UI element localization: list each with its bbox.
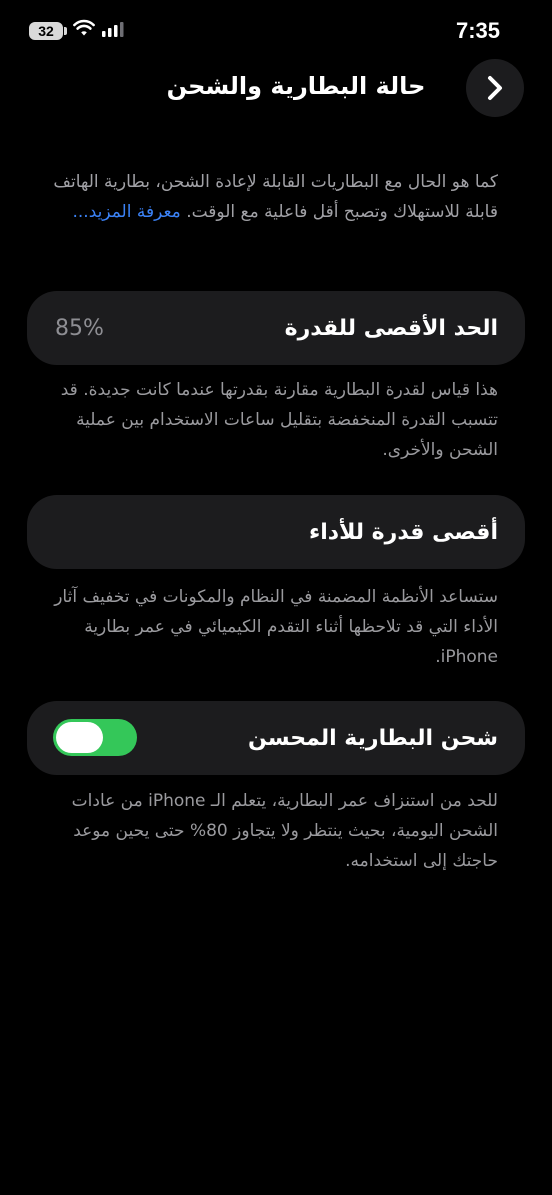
status-bar: 32 7:35 — [0, 0, 552, 60]
chevron-right-icon — [488, 76, 502, 100]
peak-performance-description: ستساعد الأنظمة المضمنة في النظام والمكون… — [54, 587, 498, 667]
wifi-icon — [73, 19, 95, 36]
optimized-charging-description: للحد من استنزاف عمر البطارية، يتعلم الـ … — [71, 791, 498, 871]
back-button[interactable] — [466, 59, 524, 117]
max-capacity-description: هذا قياس لقدرة البطارية مقارنة بقدرتها ع… — [60, 380, 498, 460]
battery-cap — [64, 27, 67, 35]
cellular-signal-icon — [102, 22, 124, 37]
status-time: 7:35 — [455, 18, 500, 43]
optimized-charging-label: شحن البطارية المحسن — [248, 725, 498, 751]
learn-more-link[interactable]: معرفة المزيد... — [72, 202, 180, 222]
max-capacity-row: الحد الأقصى للقدرة 85% — [27, 291, 525, 365]
optimized-charging-row: شحن البطارية المحسن — [27, 701, 525, 775]
toggle-knob — [56, 722, 103, 753]
max-capacity-label: الحد الأقصى للقدرة — [284, 315, 498, 341]
max-capacity-value: 85% — [55, 315, 104, 341]
optimized-charging-toggle[interactable] — [53, 719, 137, 756]
peak-performance-label: أقصى قدرة للأداء — [308, 519, 498, 545]
peak-performance-row: أقصى قدرة للأداء — [27, 495, 525, 569]
battery-level-indicator: 32 — [29, 22, 63, 40]
intro-text: كما هو الحال مع البطاريات القابلة لإعادة… — [36, 167, 498, 227]
